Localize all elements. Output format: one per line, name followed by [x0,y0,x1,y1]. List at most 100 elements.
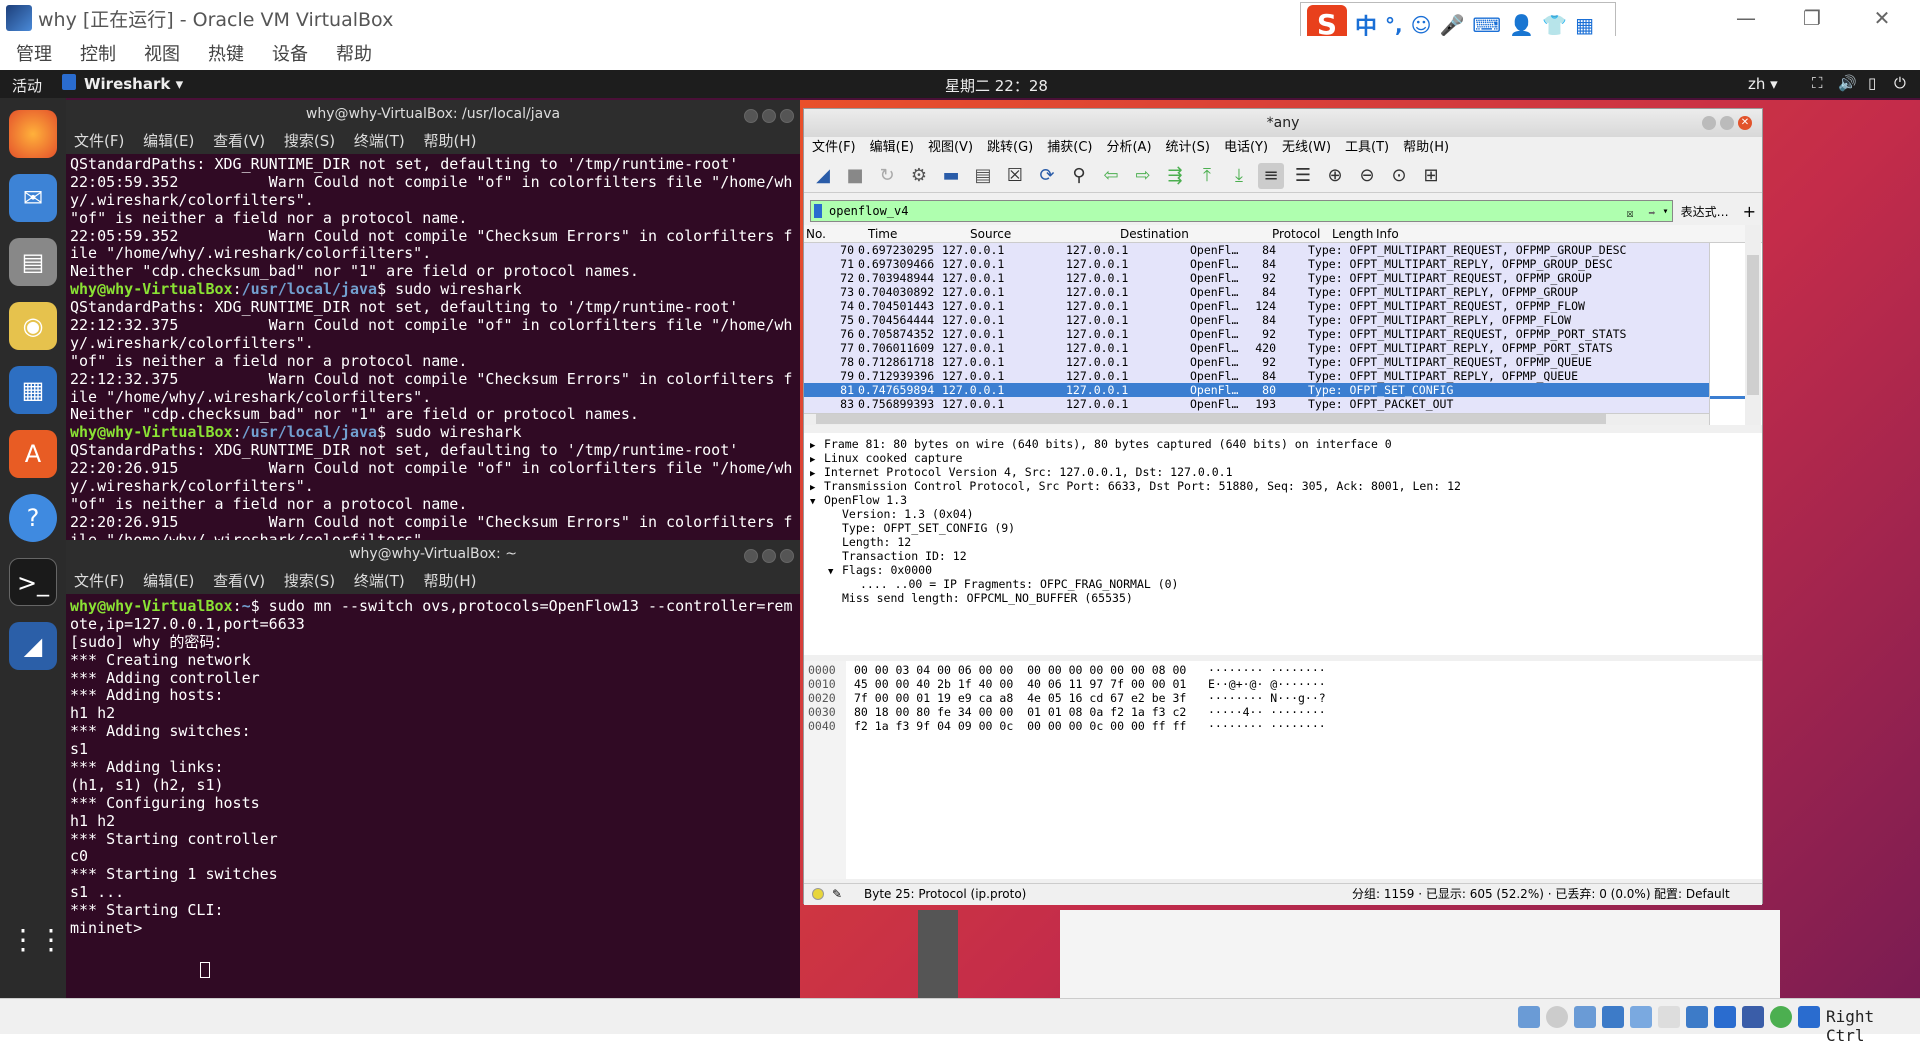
ws-close-icon[interactable]: ✕ [1738,116,1752,130]
volume-icon[interactable]: 🔊 [1838,74,1857,92]
col-protocol[interactable]: Protocol [1272,227,1320,241]
ws-menu-item[interactable]: 视图(V) [928,140,973,155]
recording-icon[interactable] [1714,1006,1736,1028]
term2-menu-terminal[interactable]: 终端(T) [354,572,405,590]
writer-icon[interactable]: ▦ [9,366,57,414]
packet-row[interactable]: 72 0.703948944 127.0.0.1 127.0.0.1 OpenFl… 92… [804,271,1709,285]
ws-menu-item[interactable]: 统计(S) [1166,140,1210,155]
firefox-icon[interactable] [9,110,57,158]
shared-folders-icon[interactable] [1658,1006,1680,1028]
col-length[interactable]: Length [1332,227,1373,241]
packet-row[interactable]: 74 0.704501443 127.0.0.1 127.0.0.1 OpenFl… 12… [804,299,1709,313]
term-menu-search[interactable]: 搜索(S) [284,132,335,150]
audio-icon[interactable] [1574,1006,1596,1028]
detail-row[interactable]: Transaction ID: 12 [804,549,1762,563]
bytes-row[interactable]: 0010 45 00 00 40 2b 1f 40 00 40 06 11 97 … [804,677,1762,691]
rhythmbox-icon[interactable]: ◉ [9,302,57,350]
term2-menu-view[interactable]: 查看(V) [213,572,265,590]
detail-row[interactable]: ▶ Transmission Control Protocol, Src Port… [804,479,1762,493]
hdd-icon[interactable] [1518,1006,1540,1028]
expand-arrow-icon[interactable]: ▼ [828,565,842,579]
software-center-icon[interactable]: A [9,430,57,478]
detail-row[interactable]: Type: OFPT_SET_CONFIG (9) [804,521,1762,535]
go-back-icon[interactable]: ⇦ [1098,163,1124,189]
col-source[interactable]: Source [970,227,1011,241]
terminal-1-output[interactable]: QStandardPaths: XDG_RUNTIME_DIR not set,… [66,154,800,540]
filter-dropdown-icon[interactable]: ▾ [1663,202,1669,222]
capture-options-icon[interactable]: ⚙ [906,163,932,189]
packet-row[interactable]: 79 0.712939396 127.0.0.1 127.0.0.1 OpenFl… 84… [804,369,1709,383]
ws-menu-item[interactable]: 工具(T) [1345,140,1389,155]
term-menu-view[interactable]: 查看(V) [213,132,265,150]
mouse-integration-icon[interactable] [1770,1006,1792,1028]
detail-row[interactable]: ▶ Internet Protocol Version 4, Src: 127.0… [804,465,1762,479]
restore-icon[interactable]: ❐ [1792,4,1832,32]
go-forward-icon[interactable]: ⇨ [1130,163,1156,189]
terminal-2-maximize-icon[interactable] [762,549,776,563]
network-icon[interactable]: ⛶ [1812,74,1823,92]
col-time[interactable]: Time [868,227,897,241]
packet-row[interactable]: 76 0.705874352 127.0.0.1 127.0.0.1 OpenFl… 92… [804,327,1709,341]
colorize-icon[interactable]: ☰ [1290,163,1316,189]
packet-row[interactable]: 77 0.706011609 127.0.0.1 127.0.0.1 OpenFl… 42… [804,341,1709,355]
clock[interactable]: 星期二 22：28 [945,75,1048,96]
restart-capture-icon[interactable]: ↻ [874,163,900,189]
ws-minimize-icon[interactable] [1702,116,1716,130]
detail-row[interactable]: ▼ Flags: 0x0000 [804,563,1762,577]
terminal-icon[interactable]: >_ [9,558,57,606]
ws-menu-item[interactable]: 电话(Y) [1224,140,1268,155]
display-filter-input[interactable]: openflow_v4 ☒ ➡ ▾ [810,200,1673,222]
microphone-icon[interactable]: 🎤 [1439,13,1464,37]
ws-menu-item[interactable]: 帮助(H) [1403,140,1449,155]
detail-row[interactable]: ▼ OpenFlow 1.3 [804,493,1762,507]
term2-menu-file[interactable]: 文件(F) [74,572,124,590]
close-file-icon[interactable]: ☒ [1002,163,1028,189]
term-menu-file[interactable]: 文件(F) [74,132,124,150]
open-file-icon[interactable]: ▬ [938,163,964,189]
packet-row[interactable]: 73 0.704030892 127.0.0.1 127.0.0.1 OpenFl… 84… [804,285,1709,299]
detail-row[interactable]: ▶ Frame 81: 80 bytes on wire (640 bits), … [804,437,1762,451]
user-icon[interactable]: 👤 [1509,13,1534,37]
bytes-row[interactable]: 0000 00 00 03 04 00 06 00 00 00 00 00 00 … [804,663,1762,677]
packet-row[interactable]: 75 0.704564444 127.0.0.1 127.0.0.1 OpenFl… 84… [804,313,1709,327]
detail-row[interactable]: .... ..00 = IP Fragments: OFPC_FRAG_NORM… [804,577,1762,591]
bytes-row[interactable]: 0040 f2 1a f3 9f 04 09 00 0c 00 00 00 0c … [804,719,1762,733]
col-info[interactable]: Info [1376,227,1399,241]
emoji-icon[interactable]: ☺ [1411,13,1432,37]
detail-row[interactable]: ▶ Linux cooked capture [804,451,1762,465]
host-key-arrow-icon[interactable] [1798,1006,1820,1028]
terminal-1-close-icon[interactable] [780,109,794,123]
language-indicator[interactable]: zh ▾ [1748,75,1778,93]
first-packet-icon[interactable]: ⤒ [1194,163,1220,189]
resize-columns-icon[interactable]: ⊞ [1418,163,1444,189]
detail-row[interactable]: Length: 12 [804,535,1762,549]
ws-menu-item[interactable]: 分析(A) [1106,140,1151,155]
vbox-menu-manage[interactable]: 管理 [16,40,52,66]
save-file-icon[interactable]: ▤ [970,163,996,189]
files-icon[interactable]: ▤ [9,238,57,286]
expert-info-icon[interactable] [812,888,824,900]
packet-row[interactable]: 81 0.747659894 127.0.0.1 127.0.0.1 OpenFl… 80… [804,383,1709,397]
term-menu-help[interactable]: 帮助(H) [424,132,477,150]
bytes-row[interactable]: 0020 7f 00 00 01 19 e9 ca a8 4e 05 16 cd … [804,691,1762,705]
display-icon[interactable] [1686,1006,1708,1028]
vertical-scrollbar[interactable] [1745,225,1761,425]
expand-arrow-icon[interactable]: ▼ [810,495,824,509]
optical-drive-icon[interactable] [1546,1006,1568,1028]
activities-button[interactable]: 活动 [12,75,42,96]
start-capture-icon[interactable]: ◢ [810,163,836,189]
clear-filter-icon[interactable]: ☒ [1626,203,1633,223]
ws-menu-item[interactable]: 编辑(E) [870,140,914,155]
vbox-menu-view[interactable]: 视图 [144,40,180,66]
thunderbird-icon[interactable]: ✉ [9,174,57,222]
zoom-normal-icon[interactable]: ⊙ [1386,163,1412,189]
detail-row[interactable]: Miss send length: OFPCML_NO_BUFFER (6553… [804,591,1762,605]
power-icon[interactable]: ⏻ [1894,74,1906,92]
term-menu-edit[interactable]: 编辑(E) [143,132,194,150]
term2-menu-help[interactable]: 帮助(H) [424,572,477,590]
skin-shirt-icon[interactable]: 👕 [1542,13,1567,37]
add-filter-button[interactable]: + [1743,202,1756,221]
autoscroll-icon[interactable]: ≡ [1258,162,1284,189]
last-packet-icon[interactable]: ⤓ [1226,163,1252,189]
go-to-packet-icon[interactable]: ⇶ [1162,163,1188,189]
